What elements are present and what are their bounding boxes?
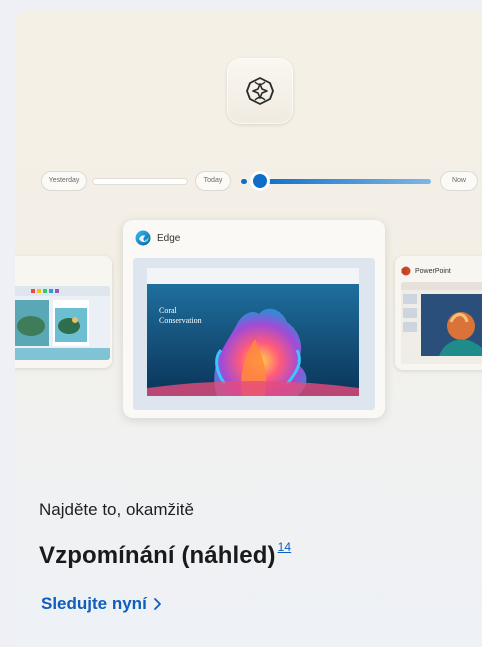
watch-now-label: Sledujte nyní	[41, 594, 147, 613]
snapshot-left[interactable]	[15, 256, 112, 368]
timeline-slider[interactable]: Yesterday Today Now	[15, 170, 482, 194]
timeline-track-past	[93, 179, 187, 184]
coral-hero-image	[147, 284, 359, 396]
edge-window-title: Edge	[135, 230, 180, 246]
watch-now-link[interactable]: Sledujte nyní	[41, 594, 162, 614]
timeline-track-dot	[241, 179, 247, 184]
timeline-track-recent	[259, 179, 431, 184]
timeline-label-yesterday: Yesterday	[42, 172, 86, 190]
coral-webpage: Coral Conservation	[147, 268, 359, 396]
powerpoint-screen	[401, 282, 482, 364]
powerpoint-window-title: PowerPoint	[401, 266, 451, 276]
recall-promo-card[interactable]: Yesterday Today Now Edge Coral Conservat…	[15, 10, 482, 647]
timeline-handle[interactable]	[253, 174, 267, 188]
timeline-label-now: Now	[441, 172, 477, 190]
promo-headline-text: Vzpomínání (náhled)	[39, 542, 276, 569]
paint-screen-art	[15, 286, 110, 360]
edge-icon	[135, 230, 151, 246]
promo-subtitle: Najděte to, okamžitě	[39, 500, 194, 519]
footnote-link[interactable]: 14	[278, 540, 292, 554]
paint-screen	[15, 286, 110, 360]
edge-browser-frame: Coral Conservation	[133, 258, 375, 410]
snapshot-powerpoint[interactable]: PowerPoint	[395, 256, 482, 370]
powerpoint-icon	[401, 266, 411, 276]
recall-icon	[246, 77, 274, 105]
powerpoint-slide-art	[401, 282, 482, 356]
webpage-heading: Coral Conservation	[159, 306, 202, 326]
webpage-heading-line2: Conservation	[159, 316, 202, 325]
browser-toolbar	[147, 268, 359, 284]
recall-app-tile	[227, 58, 293, 124]
chevron-right-icon	[153, 598, 161, 610]
snapshot-edge[interactable]: Edge Coral Conservation	[123, 220, 385, 418]
timeline-label-today: Today	[196, 172, 230, 190]
promo-headline: Vzpomínání (náhled) 14	[39, 540, 291, 570]
edge-window-label: Edge	[157, 232, 181, 244]
powerpoint-window-label: PowerPoint	[415, 267, 451, 275]
webpage-heading-line1: Coral	[159, 306, 177, 315]
